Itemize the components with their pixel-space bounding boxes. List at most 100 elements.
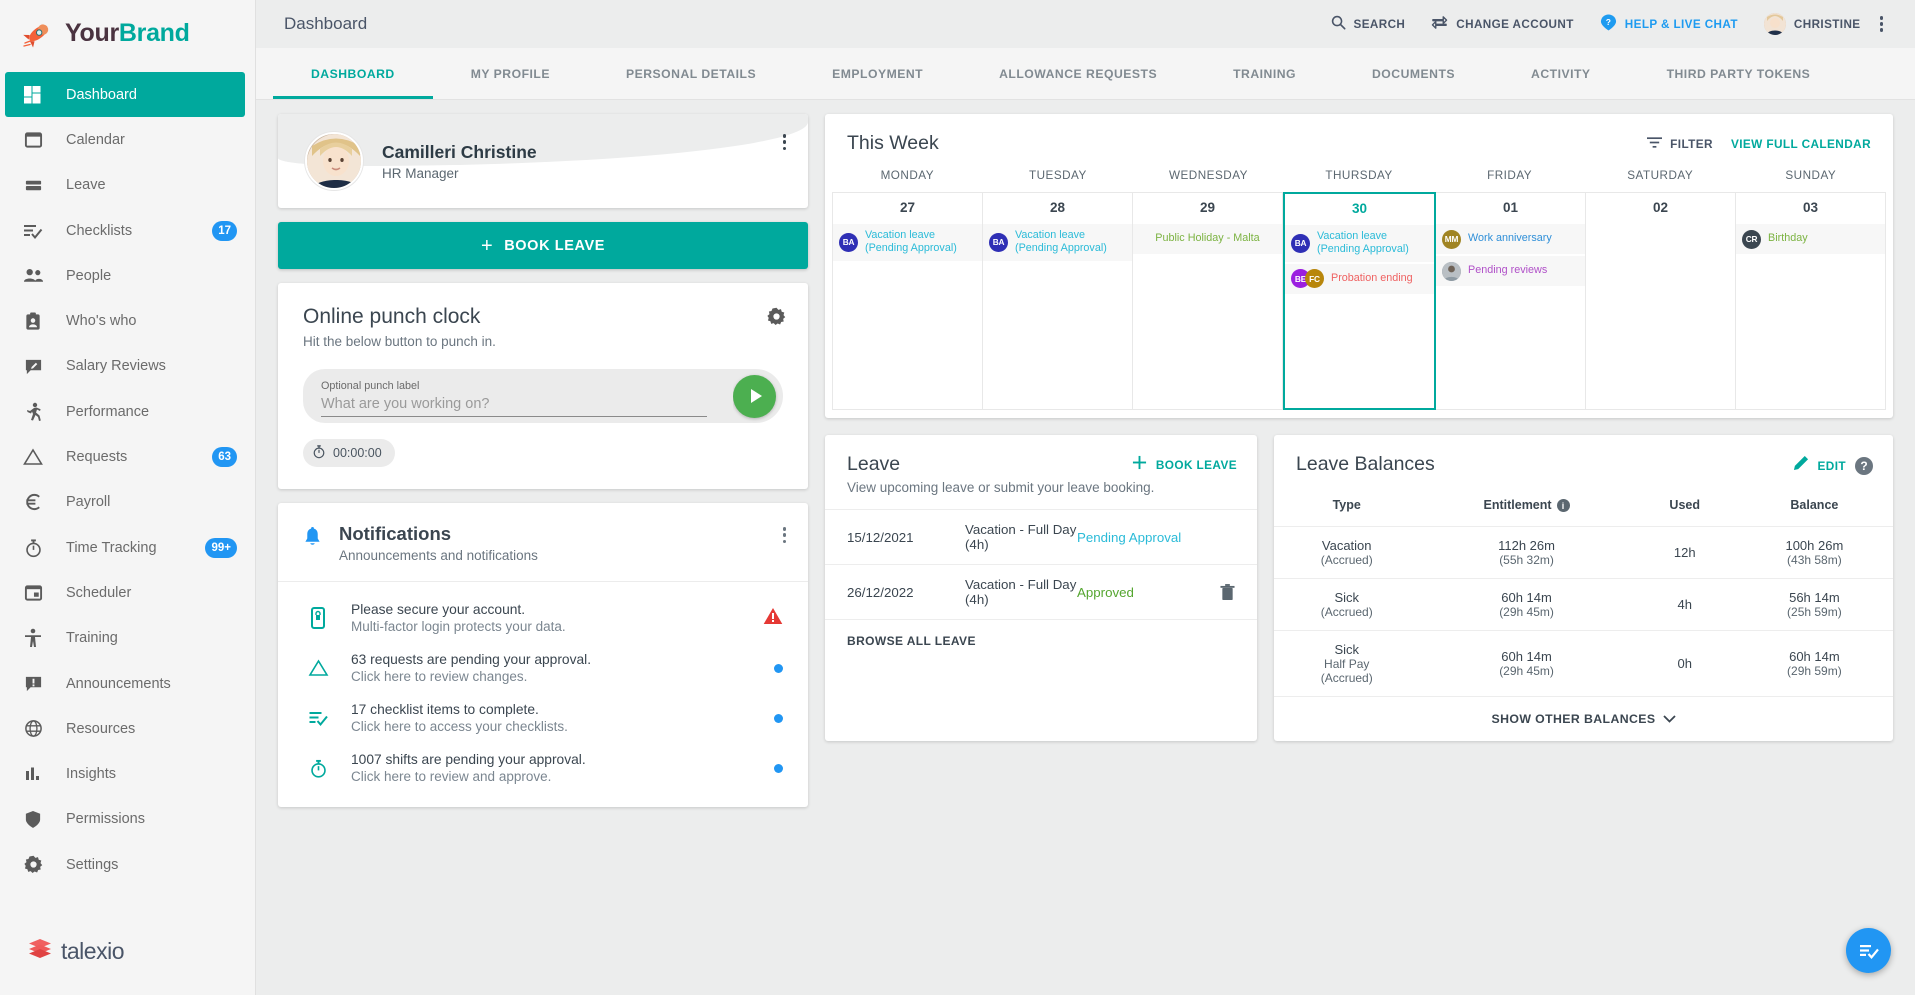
tab-personal-details[interactable]: PERSONAL DETAILS [588, 48, 794, 99]
edit-label[interactable]: EDIT [1818, 459, 1846, 473]
calendar-event[interactable]: BA Vacation leave (Pending Approval) [1285, 225, 1434, 262]
balance-balance-cell: 60h 14m (29h 59m) [1735, 630, 1893, 697]
calendar-event[interactable]: BE FC Probation ending [1285, 263, 1434, 294]
browse-all-leave-button[interactable]: BROWSE ALL LEAVE [825, 619, 1257, 664]
notification-item[interactable]: 63 requests are pending your approval. C… [278, 643, 808, 693]
leave-row[interactable]: 26/12/2022 Vacation - Full Day (4h) Appr… [825, 564, 1257, 619]
topbar-more-menu-icon[interactable] [1874, 16, 1894, 32]
notification-title: Please secure your account. [351, 602, 526, 617]
calendar-event[interactable]: BA Vacation leave (Pending Approval) [983, 224, 1132, 261]
tab-employment[interactable]: EMPLOYMENT [794, 48, 961, 99]
sidebar-item-permissions[interactable]: Permissions [0, 797, 255, 842]
calendar-event[interactable]: BA Vacation leave (Pending Approval) [833, 224, 982, 261]
sidebar-item-resources[interactable]: Resources [0, 706, 255, 751]
calendar-event[interactable]: MM Work anniversary [1436, 224, 1585, 254]
week-grid: 27 BA Vacation leave (Pending Approval) … [825, 192, 1893, 418]
filter-icon [1647, 136, 1663, 152]
tab-dashboard[interactable]: DASHBOARD [273, 48, 433, 99]
plus-icon [1132, 455, 1147, 475]
tab-activity[interactable]: ACTIVITY [1493, 48, 1629, 99]
sidebar-item-whos-who[interactable]: Who's who [0, 298, 255, 343]
sidebar-item-calendar[interactable]: Calendar [0, 117, 255, 162]
help-question-icon: ? [1600, 14, 1617, 34]
notifications-card: Notifications Announcements and notifica… [278, 503, 808, 807]
punch-in-play-button[interactable] [733, 374, 776, 418]
week-day-cell-wednesday[interactable]: 29 Public Holiday - Malta [1133, 192, 1283, 410]
calendar-event[interactable]: Public Holiday - Malta [1133, 224, 1282, 254]
sidebar-item-insights[interactable]: Insights [0, 751, 255, 796]
chevron-down-icon [1662, 712, 1676, 726]
change-account-button[interactable]: CHANGE ACCOUNT [1418, 15, 1587, 33]
sidebar-item-dashboard[interactable]: Dashboard [5, 72, 245, 118]
page-title: Dashboard [284, 14, 368, 33]
calendar-event[interactable]: Pending reviews [1436, 256, 1585, 286]
punch-label-input[interactable] [321, 393, 708, 417]
sidebar-item-people[interactable]: People [0, 253, 255, 298]
shield-icon [22, 808, 44, 830]
leave-book-leave-button[interactable]: BOOK LEAVE [1132, 455, 1237, 475]
sidebar-item-time-tracking[interactable]: Time Tracking 99+ [0, 525, 255, 570]
sidebar-item-scheduler[interactable]: Scheduler [0, 570, 255, 615]
sidebar-item-label: Requests [66, 449, 128, 466]
week-day-cell-monday[interactable]: 27 BA Vacation leave (Pending Approval) [832, 192, 983, 410]
tab-label: TRAINING [1233, 66, 1296, 81]
info-icon[interactable]: i [1556, 499, 1570, 513]
tab-third-party-tokens[interactable]: THIRD PARTY TOKENS [1629, 48, 1849, 99]
tab-training[interactable]: TRAINING [1195, 48, 1334, 99]
floating-checklist-button[interactable] [1846, 928, 1891, 973]
change-account-label: CHANGE ACCOUNT [1456, 17, 1574, 31]
delete-leave-trash-icon[interactable] [1209, 583, 1235, 601]
sidebar-item-settings[interactable]: Settings [0, 842, 255, 887]
notification-texts: 1007 shifts are pending your approval. C… [351, 752, 774, 784]
help-live-chat-button[interactable]: ? HELP & LIVE CHAT [1587, 14, 1751, 34]
tab-my-profile[interactable]: MY PROFILE [433, 48, 588, 99]
sidebar-item-label: Resources [66, 720, 136, 737]
week-day-cell-tuesday[interactable]: 28 BA Vacation leave (Pending Approval) [983, 192, 1133, 410]
sidebar-item-performance[interactable]: Performance [0, 389, 255, 434]
view-full-calendar-button[interactable]: VIEW FULL CALENDAR [1731, 137, 1871, 151]
edit-pencil-icon[interactable] [1793, 455, 1809, 476]
brand-logo-area[interactable]: YourBrand [0, 0, 255, 67]
entitlement-label: Entitlement [1483, 498, 1552, 512]
day-number: 29 [1199, 200, 1216, 215]
week-day-cell-thursday-today[interactable]: 30 BA Vacation leave (Pending Approval) … [1283, 192, 1436, 410]
leave-balances-header: Leave Balances EDIT ? [1274, 435, 1893, 490]
day-number: 27 [899, 200, 916, 215]
filter-button[interactable]: FILTER [1647, 136, 1713, 152]
leave-row[interactable]: 15/12/2021 Vacation - Full Day (4h) Pend… [825, 509, 1257, 564]
talexio-footer-logo[interactable]: talexio [28, 938, 124, 965]
tab-documents[interactable]: DOCUMENTS [1334, 48, 1493, 99]
balance-entitlement-sub: (29h 45m) [1499, 664, 1554, 679]
sidebar-item-announcements[interactable]: Announcements [0, 661, 255, 706]
notification-item[interactable]: 1007 shifts are pending your approval. C… [278, 743, 808, 793]
show-other-balances-button[interactable]: SHOW OTHER BALANCES [1274, 696, 1893, 741]
user-menu-button[interactable]: CHRISTINE [1751, 13, 1874, 35]
book-leave-button[interactable]: + BOOK LEAVE [278, 222, 808, 269]
profile-more-menu-icon[interactable] [782, 134, 786, 151]
sidebar-item-salary-reviews[interactable]: Salary Reviews [0, 344, 255, 389]
punch-field-label: Optional punch label [321, 380, 420, 392]
week-day-cell-saturday[interactable]: 02 [1586, 192, 1736, 410]
sidebar-item-payroll[interactable]: Payroll [0, 480, 255, 525]
tab-allowance-requests[interactable]: ALLOWANCE REQUESTS [961, 48, 1195, 99]
balance-entitlement: 60h 14m [1501, 590, 1552, 606]
sidebar-item-requests[interactable]: Requests 63 [0, 434, 255, 479]
notifications-header-texts: Notifications Announcements and notifica… [339, 523, 538, 563]
punch-clock-settings-icon[interactable] [767, 307, 786, 331]
week-day-cell-sunday[interactable]: 03 CR Birthday [1736, 192, 1886, 410]
notification-item[interactable]: Please secure your account. Multi-factor… [278, 593, 808, 643]
week-day-cell-friday[interactable]: 01 MM Work anniversary Pending reviews [1436, 192, 1586, 410]
calendar-event[interactable]: CR Birthday [1736, 224, 1885, 254]
sidebar-item-leave[interactable]: Leave [0, 163, 255, 208]
this-week-title: This Week [847, 132, 939, 154]
sidebar-item-label: Payroll [66, 494, 111, 511]
notification-item[interactable]: 17 checklist items to complete. Click he… [278, 693, 808, 743]
help-question-icon[interactable]: ? [1855, 456, 1873, 475]
sidebar-item-training[interactable]: Training [0, 616, 255, 661]
sidebar-item-checklists[interactable]: Checklists 17 [0, 208, 255, 253]
notifications-more-menu-icon[interactable] [782, 527, 786, 544]
notification-texts: Please secure your account. Multi-factor… [351, 602, 763, 634]
search-button[interactable]: SEARCH [1318, 15, 1419, 33]
sidebar-item-label: Insights [66, 766, 116, 783]
sidebar-item-label: Dashboard [66, 86, 137, 103]
